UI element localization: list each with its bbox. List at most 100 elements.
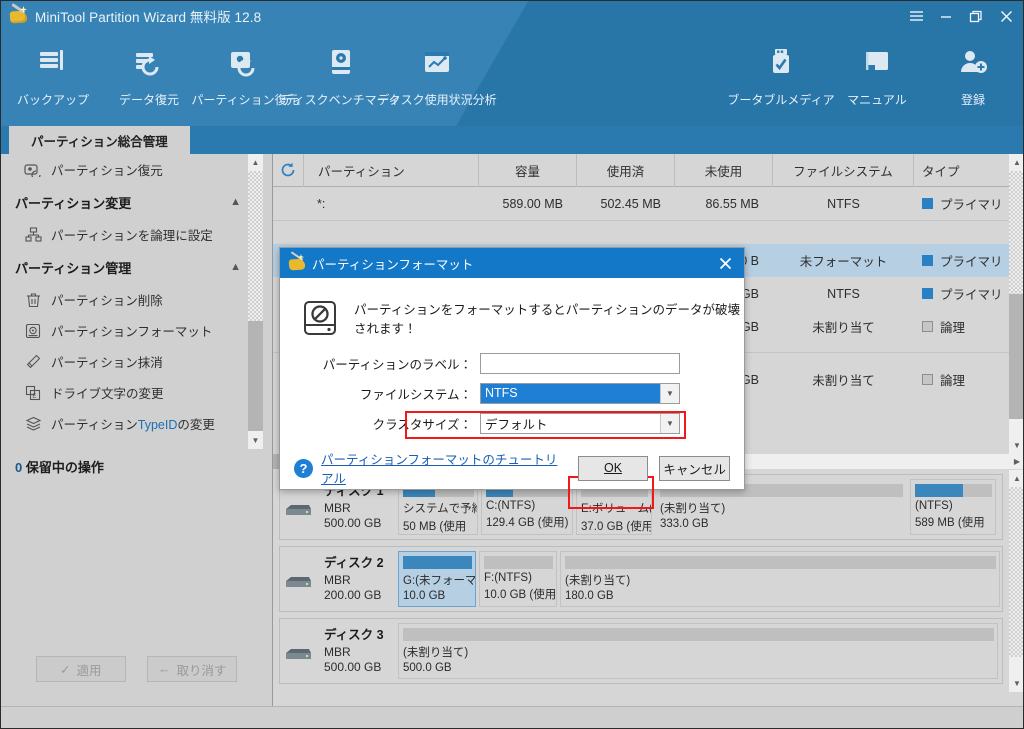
partition-size: 10.0 GB xyxy=(403,590,446,602)
disk-partition-block[interactable]: (NTFS) 589 MB (使用 xyxy=(910,479,996,535)
cell-type: 論理 xyxy=(914,310,1004,343)
sidebar-group-partition-manage[interactable]: パーティション管理 ▲ xyxy=(1,250,257,284)
scroll-down-arrow-icon[interactable]: ▼ xyxy=(248,432,263,449)
sidebar-scroll-area: パーティション復元 パーティション変更 ▲ パーティションを論理に設定 パーティ… xyxy=(1,154,257,449)
wizard-wand-icon xyxy=(288,251,306,272)
dialog-title: パーティションフォーマット xyxy=(312,257,474,272)
scrollbar-track[interactable] xyxy=(248,171,263,321)
disk-partition-block[interactable]: (未割り当て) 500.0 GB xyxy=(398,623,998,679)
disk-partition-block[interactable]: (未割り当て) 180.0 GB xyxy=(560,551,1000,607)
partition-recovery-small-icon xyxy=(23,161,43,179)
register-user-icon xyxy=(956,42,990,82)
scroll-up-arrow-icon[interactable]: ▲ xyxy=(248,154,263,171)
cell-unused: 86.55 MB xyxy=(705,196,759,211)
partition-list-vertical-scrollbar[interactable]: ▲ ▼ xyxy=(1009,154,1023,454)
sidebar-item-wipe-partition[interactable]: パーティション抹消 xyxy=(1,346,257,377)
sidebar-item-change-drive-letter[interactable]: E ドライブ文字の変更 xyxy=(1,377,257,408)
scroll-down-arrow-icon[interactable]: ▼ xyxy=(1009,437,1023,454)
column-header-unused[interactable]: 未使用 xyxy=(675,153,773,187)
scroll-down-arrow-icon[interactable]: ▼ xyxy=(1009,675,1023,692)
toolbar-label: ディスク使用状況分析 xyxy=(377,93,497,107)
wizard-wand-icon xyxy=(9,3,29,26)
disk-info: ディスク 2 MBR 200.00 GB xyxy=(280,547,398,611)
help-question-icon[interactable]: ? xyxy=(294,458,313,478)
scroll-up-arrow-icon[interactable]: ▲ xyxy=(1009,154,1023,171)
tab-label: パーティション総合管理 xyxy=(31,134,168,149)
filesystem-select[interactable]: NTFS ▼ xyxy=(480,382,680,404)
apply-button[interactable]: ✓ 適用 xyxy=(35,656,126,682)
cell-type-label: プライマリ xyxy=(940,255,1003,269)
sidebar-item-format-partition[interactable]: パーティションフォーマット xyxy=(1,315,257,346)
toolbar-item-bootable-media[interactable]: ブータブルメディア xyxy=(727,31,835,123)
sidebar-item-change-typeid[interactable]: パーティションTypeIDの変更 xyxy=(1,408,257,439)
ok-button[interactable]: OK xyxy=(577,455,649,481)
partition-label: E:ボリューム(N xyxy=(581,503,651,515)
partition-label-input[interactable] xyxy=(480,352,680,374)
trash-icon xyxy=(23,291,43,309)
hard-disk-icon xyxy=(284,647,312,662)
hamburger-icon[interactable] xyxy=(901,3,931,29)
column-header-partition[interactable]: パーティション xyxy=(303,153,479,187)
disk-size: 500.00 GB xyxy=(324,516,382,530)
toolbar-item-backup[interactable]: バックアップ xyxy=(5,31,101,123)
chevron-down-icon[interactable]: ▼ xyxy=(660,383,679,403)
usage-bar xyxy=(403,628,994,641)
sidebar-group-partition-change[interactable]: パーティション変更 ▲ xyxy=(1,185,257,219)
toolbar-item-disk-usage-analyzer[interactable]: ディスク使用状況分析 xyxy=(377,31,497,123)
restore-icon[interactable] xyxy=(961,3,991,29)
table-row[interactable]: *: 589.00 MB 502.45 MB 86.55 MB NTFS プライ… xyxy=(273,187,1009,220)
scrollbar-thumb[interactable] xyxy=(248,321,263,431)
sidebar-item-label: パーティション復元 xyxy=(51,164,163,178)
toolbar-item-register[interactable]: 登録 xyxy=(925,31,1021,123)
hard-disk-icon xyxy=(284,503,312,518)
sidebar-item-partition-recovery[interactable]: パーティション復元 xyxy=(1,154,257,185)
type-swatch xyxy=(922,198,933,209)
sidebar-item-set-logical[interactable]: パーティションを論理に設定 xyxy=(1,219,257,250)
disk-row[interactable]: ディスク 2 MBR 200.00 GB G:(未フォーマ 10.0 GB F:… xyxy=(279,546,1003,612)
dialog-close-icon[interactable] xyxy=(710,250,740,276)
disk-partition-block[interactable]: F:(NTFS) 10.0 GB (使用 xyxy=(479,551,557,607)
close-icon[interactable] xyxy=(991,3,1021,29)
disk-benchmark-icon xyxy=(324,42,358,82)
tutorial-link[interactable]: パーティションフォーマットのチュートリアル xyxy=(321,449,567,487)
drive-letter-icon: E xyxy=(23,384,43,402)
disk-map-scrollbar[interactable]: ▲ ▼ xyxy=(1009,470,1023,692)
disk-row[interactable]: ディスク 3 MBR 500.00 GB (未割り当て) 500.0 GB xyxy=(279,618,1003,684)
cancel-button[interactable]: キャンセル xyxy=(659,455,731,481)
filesystem-field-label: ファイルシステム： xyxy=(359,387,472,402)
refresh-icon[interactable] xyxy=(273,154,303,187)
disk-map: ディスク 1 MBR 500.00 GB システムで予約 50 MB (使用 C… xyxy=(273,470,1009,692)
scrollbar-thumb[interactable] xyxy=(1009,294,1023,419)
sidebar-scrollbar[interactable]: ▲ ▼ xyxy=(248,154,263,449)
minimize-icon[interactable] xyxy=(931,3,961,29)
toolbar-item-data-recovery[interactable]: データ復元 xyxy=(101,31,197,123)
disk-name: ディスク 3 xyxy=(324,628,384,642)
column-header-type[interactable]: タイプ xyxy=(914,154,1004,187)
scroll-up-arrow-icon[interactable]: ▲ xyxy=(1009,470,1023,487)
partition-size: 129.4 GB (使用) xyxy=(486,517,569,529)
scroll-right-arrow-icon[interactable]: ▶ xyxy=(1009,454,1023,469)
chevron-down-icon[interactable]: ▼ xyxy=(660,413,679,433)
toolbar-item-disk-benchmark[interactable]: ディスクベンチマーク xyxy=(281,31,401,123)
wipe-eraser-icon xyxy=(23,353,43,371)
scrollbar-track[interactable] xyxy=(1009,171,1023,294)
column-header-used[interactable]: 使用済 xyxy=(577,153,675,187)
disk-usage-analyzer-icon xyxy=(420,42,454,82)
dialog-footer: ? パーティションフォーマットのチュートリアル OK キャンセル xyxy=(280,446,744,490)
toolbar-item-manual[interactable]: マニュアル xyxy=(829,31,925,123)
cell-type-label: プライマリ xyxy=(940,288,1003,302)
undo-button[interactable]: ← 取り消す xyxy=(147,656,238,682)
sidebar-item-delete-partition[interactable]: パーティション削除 xyxy=(1,284,257,315)
partition-label: G:(未フォーマ xyxy=(403,575,476,587)
cell-filesystem: 未割り当て xyxy=(812,321,875,335)
column-header-filesystem[interactable]: ファイルシステム xyxy=(773,153,914,187)
disk-partition-block-selected[interactable]: G:(未フォーマ 10.0 GB xyxy=(398,551,476,607)
cluster-size-select[interactable]: デフォルト ▼ xyxy=(480,412,680,434)
disk-name: ディスク 2 xyxy=(324,556,384,570)
column-header-capacity[interactable]: 容量 xyxy=(479,153,577,187)
toolbar-item-partition-recovery[interactable]: パーティション復元 xyxy=(191,31,299,123)
scrollbar-track[interactable] xyxy=(1009,487,1023,657)
dialog-body: パーティションをフォーマットするとパーティションのデータが破壊されます！ パーテ… xyxy=(280,278,744,509)
disk-partitions: (未割り当て) 500.0 GB xyxy=(398,619,1002,683)
tab-partition-management[interactable]: パーティション総合管理 xyxy=(9,126,190,154)
